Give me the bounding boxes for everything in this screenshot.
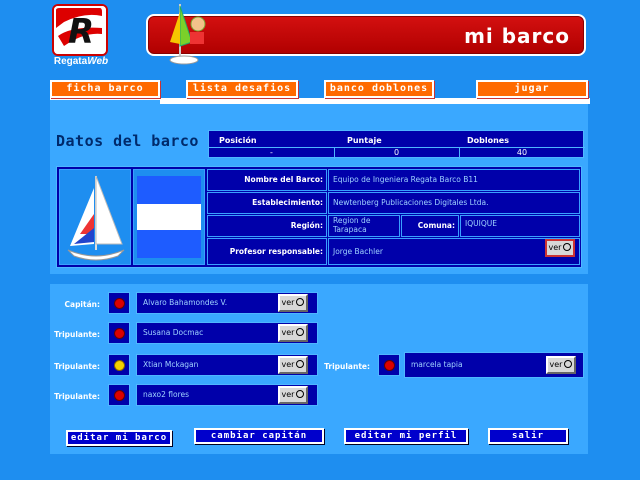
nav-lista-desafios[interactable]: lista desafios [186,80,298,98]
boat-flag [133,169,205,265]
doubloons-label: Doblones [467,136,509,145]
commune-label: Comuna: [417,221,455,230]
title-banner: mi barco [146,14,586,56]
boat-name-label: Nombre del Barco: [244,175,323,184]
establishment-value: Newtenberg Publicaciones Digitales Ltda. [333,198,489,207]
crew-name-text: Susana Docmac [143,328,204,337]
logo-badge: R [52,4,108,56]
logo-word-regata: Regata [53,56,88,67]
crew-name-text: naxo2 flores [143,390,190,399]
crew-role-label: Tripulante: [54,362,100,371]
windsurfer-icon [164,2,212,68]
boat-name-value: Equipo de Ingeniera Regata Barco B11 [333,175,478,184]
view-label: ver [549,360,563,369]
smiley-icon [563,243,572,251]
view-teacher-button[interactable]: ver [545,239,575,257]
crew-role-label: Tripulante: [54,330,100,339]
smiley-icon [296,328,305,336]
region-value: Region de Tarapaca [333,216,371,234]
smiley-icon [296,390,305,398]
commune-value: IQUIQUE [465,219,497,228]
avatar-icon [114,298,125,309]
boat-image [59,169,131,265]
view-label: ver [281,328,295,337]
view-crew-button[interactable]: ver [278,324,308,342]
crew-avatar[interactable] [378,354,400,376]
crew-role-label: Tripulante: [324,362,370,371]
nav-ficha-barco[interactable]: ficha barco [50,80,160,98]
smiley-icon [296,360,305,368]
doubloons-value: 40 [516,148,528,157]
smiley-icon [296,298,305,306]
logo-word-web: Web [87,56,109,67]
nav-jugar[interactable]: jugar [476,80,588,98]
establishment-label: Establecimiento: [252,198,323,207]
avatar-icon [114,390,125,401]
teacher-label: Profesor responsable: [229,247,323,256]
edit-profile-button[interactable]: editar mi perfil [344,428,468,444]
view-label: ver [281,298,295,307]
avatar-icon [114,360,125,371]
nav-banco-doblones[interactable]: banco doblones [324,80,434,98]
teacher-value: Jorge Bachler [333,247,383,256]
region-label: Región: [290,221,323,230]
captain-name-text: Alvaro Bahamondes V. [143,298,228,307]
logo-letter: R [68,12,95,52]
flag-stripe-top [137,176,201,204]
view-label: ver [281,390,295,399]
stats-box: Posición Puntaje Doblones - 0 40 [208,130,585,159]
change-captain-button[interactable]: cambiar capitán [194,428,324,444]
view-crew-button[interactable]: ver [546,356,576,374]
crew-avatar[interactable] [108,384,130,406]
section-title: Datos del barco [56,132,199,150]
view-crew-button[interactable]: ver [278,356,308,374]
flag-stripe-bottom [137,230,201,258]
crew-avatar[interactable] [108,354,130,376]
crew-name-text: marcela tapia [411,360,463,369]
regataweb-logo[interactable]: R RegataWeb [52,4,108,70]
captain-role-label: Capitán: [64,300,101,309]
crew-name-text: Xtian Mckagan [143,360,199,369]
position-label: Posición [219,136,257,145]
captain-avatar[interactable] [108,292,130,314]
logo-wordmark: RegataWeb [50,56,112,67]
view-crew-button[interactable]: ver [278,386,308,404]
smiley-icon [564,360,573,368]
position-value: - [270,148,273,157]
boat-info-frame: Nombre del Barco: Equipo de Ingeniera Re… [56,166,582,268]
view-teacher-label: ver [548,243,562,252]
score-value: 0 [393,148,400,157]
view-label: ver [281,360,295,369]
flag-stripe-middle [137,204,201,230]
avatar-icon [114,328,125,339]
exit-button[interactable]: salir [488,428,568,444]
crew-role-label: Tripulante: [54,392,100,401]
score-label: Puntaje [347,136,382,145]
page-title: mi barco [464,24,570,48]
view-captain-button[interactable]: ver [278,294,308,312]
active-tab-connector [50,100,160,114]
edit-boat-button[interactable]: editar mi barco [66,430,172,446]
crew-avatar[interactable] [108,322,130,344]
avatar-icon [384,360,395,371]
